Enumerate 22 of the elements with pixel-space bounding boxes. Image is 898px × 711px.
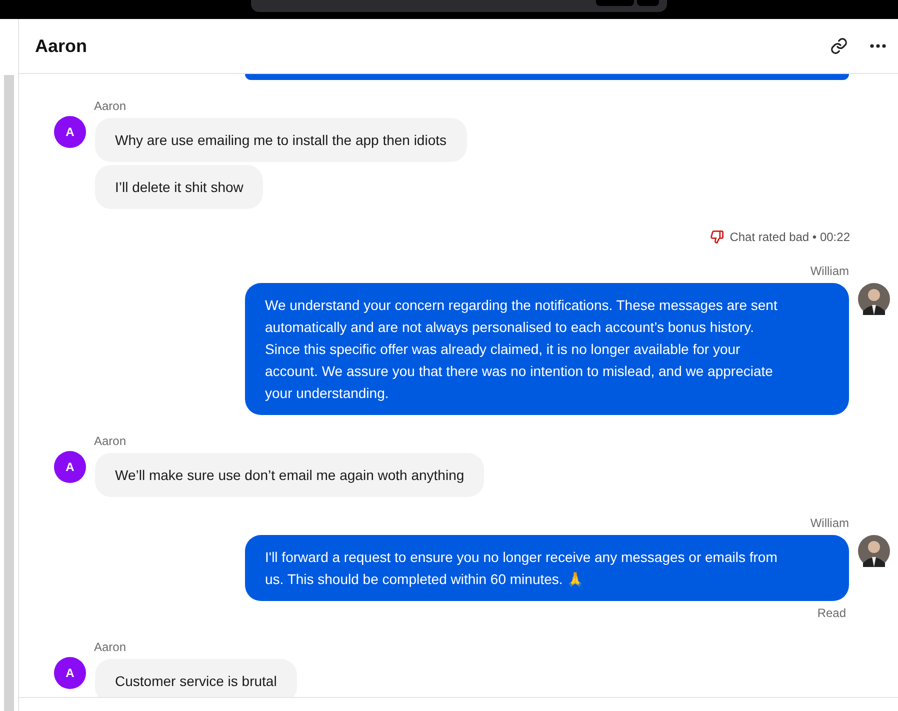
avatar: A: [54, 451, 86, 483]
read-status: Read: [817, 605, 846, 621]
message-bubble: We understand your concern regarding the notifications. These messages are sent automatically and are not always personalised to each account’s bonus history. Since this specific offer was already claimed, it is no longer available for your account. We assure you that there was no intention to mislead, and we appreciate your understanding.: [245, 283, 849, 415]
rating-note: Chat rated bad • 00:22: [730, 229, 850, 245]
sender-name: William: [810, 263, 849, 279]
sender-name: Aaron: [94, 433, 128, 449]
sender-name: William: [810, 515, 849, 531]
more-icon[interactable]: [870, 44, 886, 48]
chat-title: Aaron: [35, 35, 88, 58]
sender-name: Aaron: [94, 98, 128, 114]
sender-name: Aaron: [94, 639, 128, 655]
message-bubble: Customer service is brutal: [95, 659, 297, 697]
message-bubble: We’ll make sure use don’t email me again woth anything: [95, 453, 484, 497]
link-icon[interactable]: [830, 37, 848, 55]
avatar-icon: [858, 283, 890, 315]
avatar-icon: [858, 535, 890, 567]
avatar: A: [54, 116, 86, 148]
message-bubble: I'll forward a request to ensure you no longer receive any messages or emails from us. This should be completed within 60 minutes. 🙏: [245, 535, 849, 601]
message-bubble: Why are use emailing me to install the app then idiots: [95, 118, 467, 162]
avatar: A: [54, 657, 86, 689]
thumbs-down-icon: [710, 230, 724, 244]
message-bubble: I’ll delete it shit show: [95, 165, 264, 209]
